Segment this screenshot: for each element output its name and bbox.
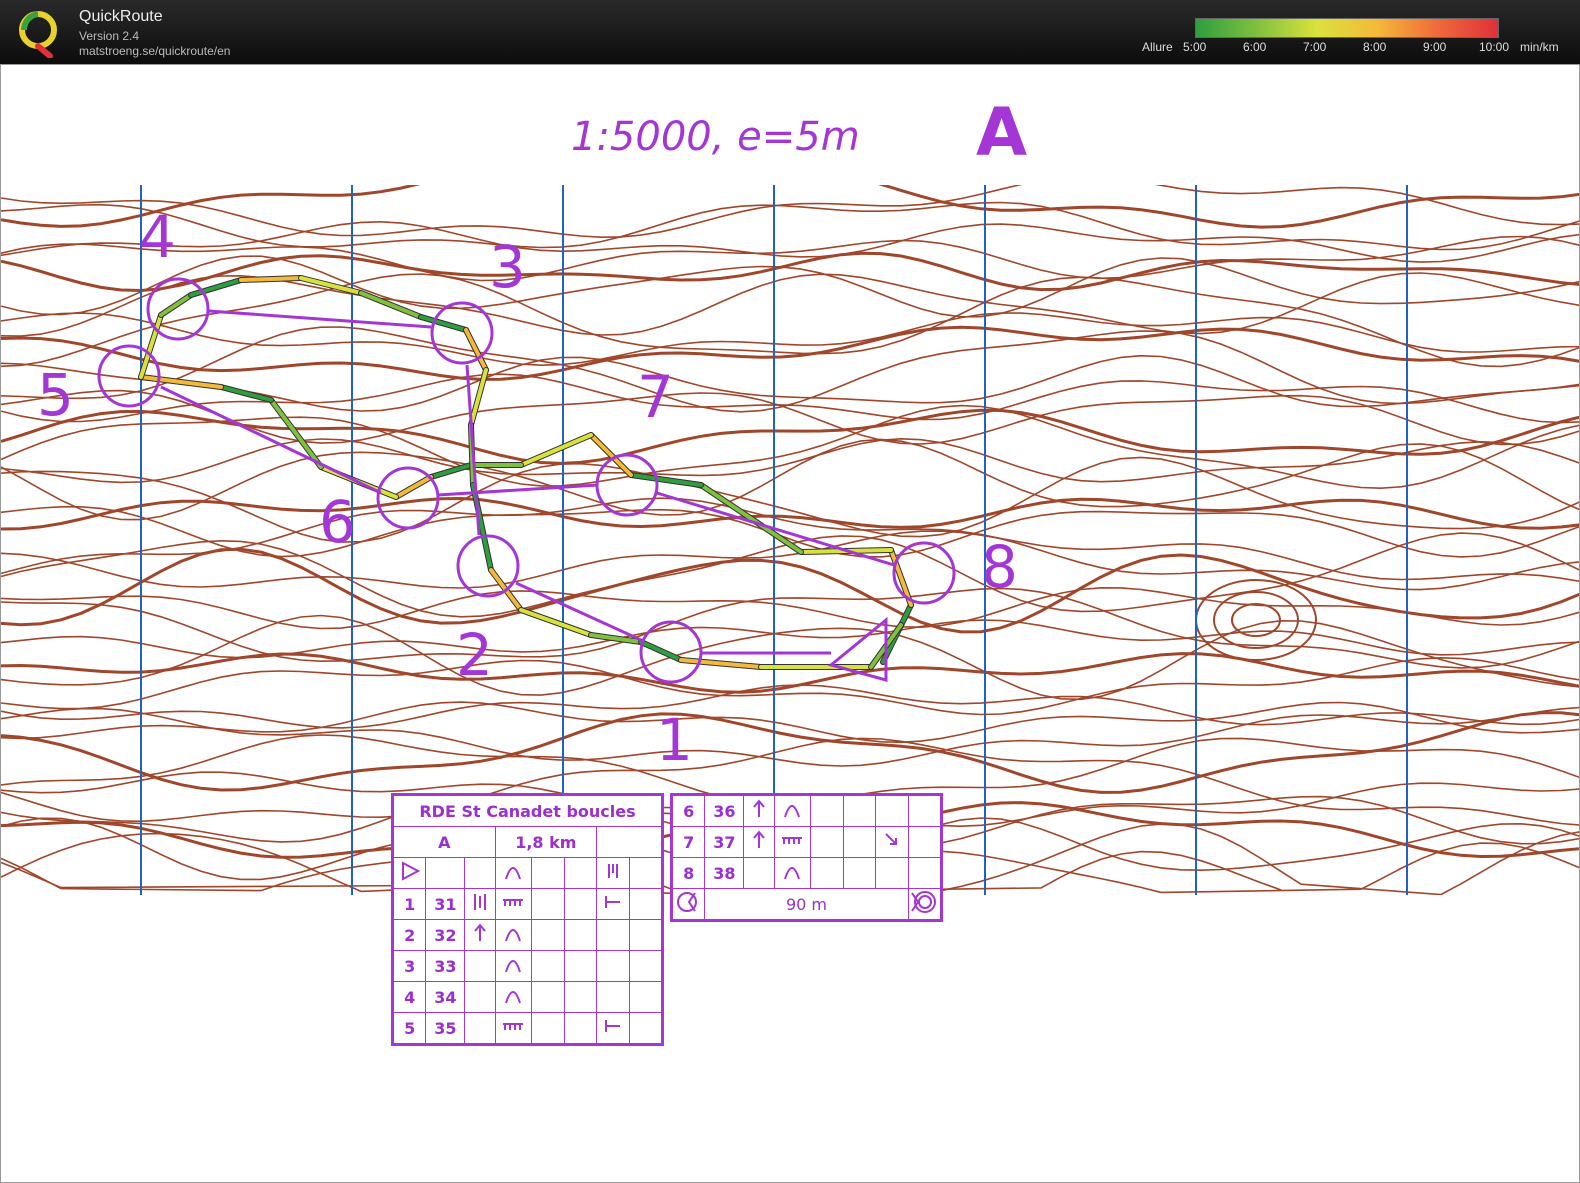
control-number-8: 8 — [981, 533, 1018, 601]
route-segment — [159, 293, 193, 317]
route-segment — [639, 640, 683, 662]
contour-line — [1, 408, 1579, 465]
knoll-symbol-icon — [505, 867, 522, 880]
description-row: 2 32 — [392, 919, 663, 951]
foot-symbol-icon — [604, 1020, 620, 1032]
contour-line — [1, 586, 1579, 630]
control-circle — [595, 453, 659, 517]
description-row: 1 31 — [392, 888, 663, 920]
pace-color-scale — [1195, 18, 1499, 38]
route-segment — [219, 385, 273, 402]
app-header: QuickRoute Version 2.4 matstroeng.se/qui… — [0, 0, 1580, 64]
contour-line — [1, 404, 1579, 490]
pace-tick-1: 5:00 — [1183, 40, 1207, 54]
control-number-2: 2 — [456, 621, 493, 689]
control-number-5: 5 — [37, 361, 74, 429]
control-circle — [376, 466, 440, 530]
route-segment — [239, 276, 303, 282]
slope-symbol-icon — [503, 899, 524, 906]
map-view[interactable]: 1:5000, e=5m A 1 2 3 4 5 6 7 8 RDE St Ca… — [0, 64, 1580, 1183]
course-overprint — [97, 277, 956, 684]
contour-line — [1, 496, 1579, 531]
route-segment — [519, 433, 593, 467]
contour-line — [1, 389, 1579, 446]
control-number-4: 4 — [139, 203, 176, 271]
control-number-3: 3 — [489, 233, 526, 301]
knoll-symbol-icon — [505, 929, 522, 942]
pace-tick-5: 9:00 — [1423, 40, 1447, 54]
slope-symbol-icon — [503, 1023, 524, 1030]
knoll-symbol-icon — [784, 805, 801, 818]
pace-tick-6: 10:00 — [1479, 40, 1510, 54]
control-description-sheet: RDE St Canadet boucles A 1,8 km 1 31 2 3… — [391, 793, 664, 1046]
pace-tick-2: 6:00 — [1243, 40, 1267, 54]
route-segment — [269, 398, 323, 469]
arrow-up-icon — [753, 830, 765, 848]
contour-lines — [1, 65, 1579, 1182]
contour-line — [1, 251, 1579, 293]
app-version: Version 2.4 — [79, 29, 140, 43]
course-length: 1,8 km — [494, 826, 598, 858]
contour-line — [1, 547, 1579, 634]
orienteering-map[interactable]: 1:5000, e=5m A 1 2 3 4 5 6 7 8 — [1, 65, 1580, 1183]
corner-symbol-icon — [885, 833, 897, 845]
quickroute-logo-icon — [19, 11, 57, 58]
finish-start-icon — [676, 892, 697, 912]
description-row: 7 37 — [671, 826, 942, 858]
description-row: 3 33 — [392, 950, 663, 982]
control-circle — [892, 541, 956, 605]
contour-line — [1, 706, 1579, 767]
control-circle — [639, 620, 703, 684]
knoll-symbol-icon — [505, 991, 522, 1004]
knoll-symbol-icon — [784, 867, 801, 880]
between-symbol-icon — [473, 894, 486, 910]
description-row: 4 34 — [392, 981, 663, 1013]
contour-line — [1, 437, 1579, 484]
app-title: QuickRoute — [79, 8, 163, 25]
contour-line — [1, 652, 1579, 694]
hill-contour — [1213, 591, 1299, 649]
course-name: A — [393, 826, 496, 858]
finish-row: 90 m — [671, 888, 942, 920]
start-triangle-icon — [401, 861, 420, 881]
contour-line — [1, 235, 1579, 282]
finish-distance: 90 m — [704, 888, 909, 920]
route-segment — [394, 475, 433, 499]
course-letter: A — [976, 94, 1027, 171]
route-segment — [429, 463, 473, 479]
control-number-6: 6 — [319, 488, 356, 556]
pace-tick-3: 7:00 — [1303, 40, 1327, 54]
gps-route — [138, 275, 914, 670]
contour-line — [1, 684, 1579, 729]
route-segment — [139, 375, 223, 389]
knoll-symbol-icon — [505, 960, 522, 973]
event-name: RDE St Canadet boucles — [393, 795, 662, 827]
contour-line — [1, 201, 1579, 251]
pace-unit: min/km — [1520, 40, 1559, 54]
description-row: 6 36 — [671, 795, 942, 827]
route-segment — [629, 473, 703, 487]
map-margin — [1, 895, 1579, 1182]
description-row: 8 38 — [671, 857, 942, 889]
map-scale-text: 1:5000, e=5m — [571, 114, 860, 160]
finish-circle-icon — [911, 891, 937, 913]
side-symbol-icon — [607, 864, 618, 878]
pace-scale-label: Allure — [1142, 40, 1173, 54]
contour-line — [1, 373, 1579, 424]
contour-line — [1, 354, 1579, 412]
pace-tick-4: 8:00 — [1363, 40, 1387, 54]
arrow-up-icon — [474, 923, 486, 941]
control-number-1: 1 — [656, 706, 693, 774]
arrow-up-icon — [753, 799, 765, 817]
course-leg — [208, 309, 432, 329]
slope-symbol-icon — [782, 837, 803, 844]
foot-symbol-icon — [604, 896, 620, 908]
app-url[interactable]: matstroeng.se/quickroute/en — [79, 44, 230, 58]
description-row: 5 35 — [392, 1012, 663, 1044]
control-number-7: 7 — [637, 363, 674, 431]
control-description-sheet-2: 6 36 7 37 8 38 90 m — [670, 793, 943, 922]
